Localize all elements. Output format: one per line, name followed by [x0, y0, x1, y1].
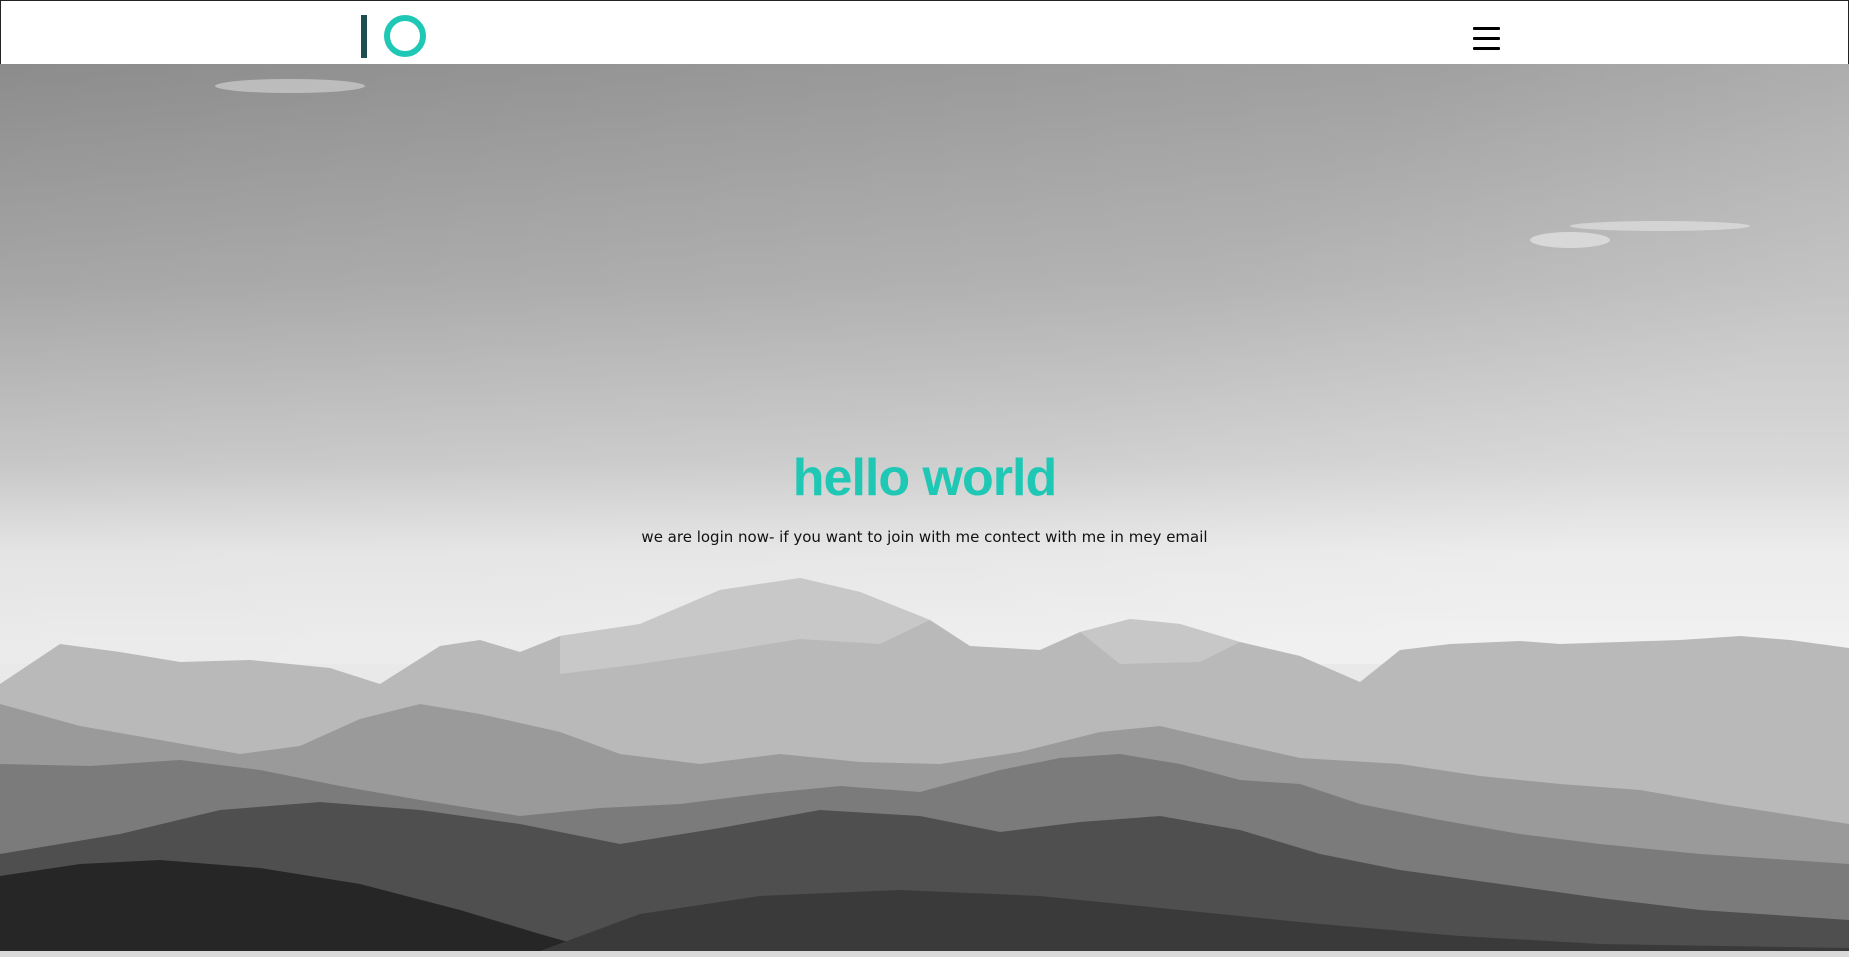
- menu-bar-middle: [1473, 37, 1500, 40]
- menu-bar-bottom: [1473, 47, 1500, 50]
- logo-io-icon[interactable]: [359, 12, 429, 60]
- navbar: [0, 0, 1849, 64]
- hero-title: hello world: [792, 449, 1057, 507]
- page-bottom-edge: [0, 951, 1849, 957]
- hero-section: hello world we are login now- if you wan…: [0, 64, 1849, 951]
- hamburger-menu-icon[interactable]: [1473, 27, 1501, 51]
- menu-bar-top: [1473, 27, 1500, 30]
- landing-page: hello world we are login now- if you wan…: [0, 0, 1849, 957]
- hero-subtitle: we are login now- if you want to join wi…: [641, 528, 1208, 546]
